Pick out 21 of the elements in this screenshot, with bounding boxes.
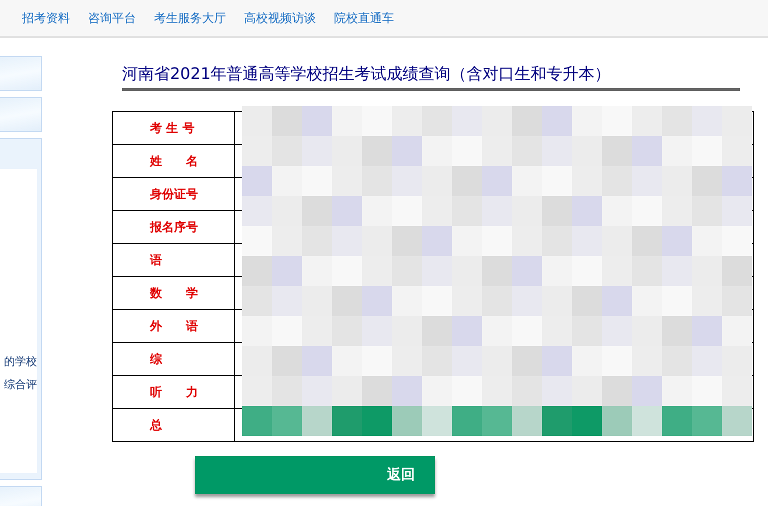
field-label: 外 语 bbox=[150, 318, 198, 334]
sidebar-link[interactable]: 综合评 bbox=[4, 377, 37, 392]
field-label: 综 bbox=[150, 350, 162, 368]
page-title: 河南省2021年普通高等学校招生考试成绩查询（含对口生和专升本） bbox=[122, 64, 740, 91]
field-label: 总 bbox=[150, 416, 162, 434]
sidebar-link[interactable]: 的学校 bbox=[4, 354, 37, 369]
field-label: 数 学 bbox=[150, 284, 198, 302]
nav-link[interactable]: 高校视频访谈 bbox=[244, 10, 316, 26]
sidebar-panel bbox=[0, 56, 42, 91]
field-label: 身份证号 bbox=[150, 186, 198, 202]
nav-link[interactable]: 院校直通车 bbox=[334, 10, 394, 26]
back-button[interactable]: 返回 bbox=[195, 456, 435, 494]
nav-link[interactable]: 咨询平台 bbox=[88, 10, 136, 26]
field-label: 考 生 号 bbox=[150, 120, 194, 136]
nav-link[interactable]: 考生服务大厅 bbox=[154, 10, 226, 26]
sidebar-panel bbox=[0, 97, 42, 132]
field-label: 报名序号 bbox=[150, 218, 198, 236]
field-label: 听 力 bbox=[150, 384, 198, 400]
nav-link[interactable]: 招考资料 bbox=[22, 10, 70, 26]
field-label: 语 bbox=[150, 252, 162, 268]
field-label: 姓 名 bbox=[150, 152, 198, 170]
